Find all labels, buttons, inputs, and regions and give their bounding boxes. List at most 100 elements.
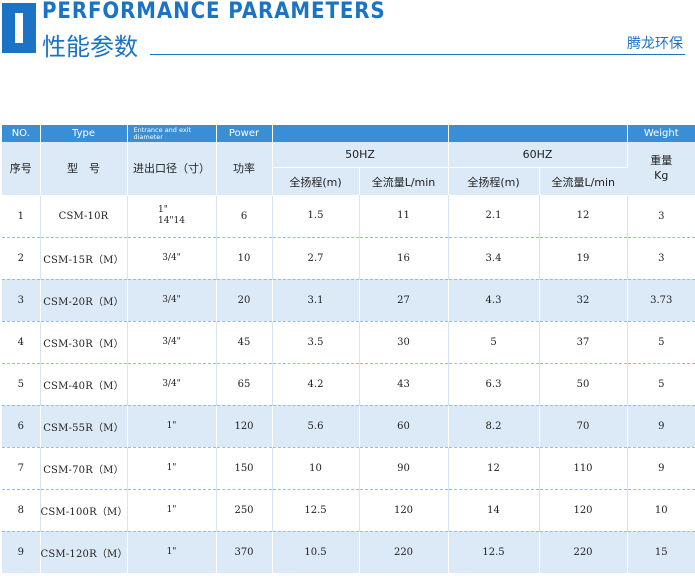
cell-weight: 5 xyxy=(627,363,695,406)
cell-flow-50: 27 xyxy=(359,279,449,322)
cell-flow-50: 16 xyxy=(359,237,449,280)
col-power-zh: 功率 xyxy=(216,142,273,196)
cell-flow-50: 120 xyxy=(359,489,449,532)
table-body: 1 CSM-10R 1" 14"14 6 1.5 11 2.1 12 3 2 CSM-15R（M） 3… xyxy=(2,195,695,573)
cell-power: 120 xyxy=(216,405,273,448)
cell-lift-50: 4.2 xyxy=(272,363,360,406)
cell-lift-60: 4.3 xyxy=(448,279,540,322)
cell-weight: 9 xyxy=(627,447,695,490)
cell-lift-60: 6.3 xyxy=(448,363,540,406)
sub-lift-50: 全扬程(m) xyxy=(272,167,360,195)
cell-diameter: 3/4" xyxy=(127,237,217,280)
table-row: 1 CSM-10R 1" 14"14 6 1.5 11 2.1 12 3 xyxy=(2,195,695,238)
page-header: PERFORMANCE PARAMETERS 性能参数 腾龙环保 xyxy=(0,0,695,70)
header-underline xyxy=(150,54,685,55)
cell-power: 250 xyxy=(216,489,273,532)
diameter-value: 1" 14"14 xyxy=(157,205,186,226)
cell-lift-60: 12.5 xyxy=(448,531,540,573)
cell-power: 370 xyxy=(216,531,273,573)
cell-lift-60: 12 xyxy=(448,447,540,490)
cell-no: 4 xyxy=(2,321,41,364)
table-row: 4 CSM-30R（M） 3/4" 45 3.5 30 5 37 5 xyxy=(2,321,695,364)
cell-flow-60: 37 xyxy=(539,321,628,364)
cell-no: 3 xyxy=(2,279,41,322)
cell-flow-60: 32 xyxy=(539,279,628,322)
cell-diameter: 1" xyxy=(127,489,217,532)
cell-no: 2 xyxy=(2,237,41,280)
cell-no: 8 xyxy=(2,489,41,532)
cell-lift-50: 3.1 xyxy=(272,279,360,322)
diameter-value: 3/4" xyxy=(162,379,181,389)
cell-lift-60: 8.2 xyxy=(448,405,540,448)
diameter-value: 3/4" xyxy=(162,337,181,347)
cell-lift-60: 2.1 xyxy=(448,195,540,238)
sub-flow-50: 全流量L/min xyxy=(359,167,449,195)
cell-flow-60: 110 xyxy=(539,447,628,490)
diameter-value: 1" xyxy=(166,421,177,431)
cell-type: CSM-55R（M） xyxy=(40,405,128,448)
cell-flow-50: 60 xyxy=(359,405,449,448)
col-type-en: Type xyxy=(40,125,128,142)
cell-power: 150 xyxy=(216,447,273,490)
performance-table: NO. Type Entrance and exit diameter Powe… xyxy=(2,125,695,573)
cell-flow-60: 50 xyxy=(539,363,628,406)
header-logo-bar xyxy=(2,3,36,53)
cell-power: 45 xyxy=(216,321,273,364)
cell-diameter: 1" xyxy=(127,447,217,490)
cell-no: 5 xyxy=(2,363,41,406)
cell-weight: 15 xyxy=(627,531,695,573)
cell-type: CSM-30R（M） xyxy=(40,321,128,364)
cell-flow-60: 220 xyxy=(539,531,628,573)
diameter-value: 3/4" xyxy=(162,295,181,305)
cell-type: CSM-40R（M） xyxy=(40,363,128,406)
title-en: PERFORMANCE PARAMETERS xyxy=(42,0,386,24)
table-row: 9 CSM-120R（M） 1" 370 10.5 220 12.5 220 15 xyxy=(2,531,695,573)
cell-weight: 10 xyxy=(627,489,695,532)
cell-type: CSM-15R（M） xyxy=(40,237,128,280)
cell-weight: 5 xyxy=(627,321,695,364)
title-zh: 性能参数 xyxy=(42,33,138,61)
freq-60hz: 60HZ xyxy=(448,142,628,168)
header-row-freq: 序号 型 号 进出口径（寸） 功率 50HZ 60HZ 重量 Kg xyxy=(2,142,695,196)
col-no-en: NO. xyxy=(2,125,41,142)
cell-lift-50: 1.5 xyxy=(272,195,360,238)
table-row: 2 CSM-15R（M） 3/4" 10 2.7 16 3.4 19 3 xyxy=(2,237,695,280)
col-weight-zh: 重量 Kg xyxy=(627,142,695,196)
cell-flow-60: 70 xyxy=(539,405,628,448)
header-row-en: NO. Type Entrance and exit diameter Powe… xyxy=(2,125,695,142)
cell-lift-60: 3.4 xyxy=(448,237,540,280)
cell-weight: 3 xyxy=(627,195,695,238)
cell-diameter: 1" 14"14 xyxy=(127,195,217,238)
cell-weight: 9 xyxy=(627,405,695,448)
cell-flow-50: 11 xyxy=(359,195,449,238)
cell-lift-50: 2.7 xyxy=(272,237,360,280)
cell-flow-50: 43 xyxy=(359,363,449,406)
cell-power: 20 xyxy=(216,279,273,322)
cell-type: CSM-20R（M） xyxy=(40,279,128,322)
cell-lift-50: 12.5 xyxy=(272,489,360,532)
cell-flow-50: 30 xyxy=(359,321,449,364)
cell-weight: 3.73 xyxy=(627,279,695,322)
col-type-zh: 型 号 xyxy=(40,142,128,196)
cell-type: CSM-120R（M） xyxy=(40,531,128,573)
cell-power: 10 xyxy=(216,237,273,280)
cell-type: CSM-10R xyxy=(40,195,128,238)
cell-flow-50: 220 xyxy=(359,531,449,573)
cell-no: 1 xyxy=(2,195,41,238)
cell-no: 6 xyxy=(2,405,41,448)
table-row: 6 CSM-55R（M） 1" 120 5.6 60 8.2 70 9 xyxy=(2,405,695,448)
table-row: 3 CSM-20R（M） 3/4" 20 3.1 27 4.3 32 3.73 xyxy=(2,279,695,322)
brand-name: 腾龙环保 xyxy=(627,36,683,52)
cell-diameter: 3/4" xyxy=(127,321,217,364)
cell-lift-60: 5 xyxy=(448,321,540,364)
cell-lift-50: 10.5 xyxy=(272,531,360,573)
col-power-en: Power xyxy=(216,125,273,142)
cell-type: CSM-70R（M） xyxy=(40,447,128,490)
cell-diameter: 1" xyxy=(127,405,217,448)
cell-no: 7 xyxy=(2,447,41,490)
cell-flow-50: 90 xyxy=(359,447,449,490)
table-row: 8 CSM-100R（M） 1" 250 12.5 120 14 120 10 xyxy=(2,489,695,532)
diameter-value: 1" xyxy=(166,547,177,557)
cell-no: 9 xyxy=(2,531,41,573)
diameter-value: 3/4" xyxy=(162,253,181,263)
